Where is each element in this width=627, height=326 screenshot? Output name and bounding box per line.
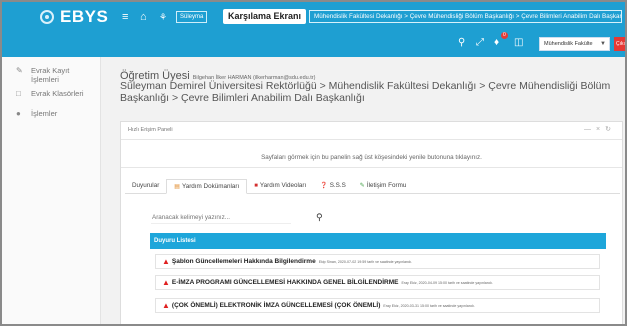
logo-icon <box>40 10 54 24</box>
organization-path: Süleyman Demirel Üniversitesi Rektörlüğü… <box>120 80 611 104</box>
logo-text: EBYS <box>60 7 109 26</box>
panel-tabs: Duyurular ▤ Yardım Dokümanları ■ Yardım … <box>125 179 620 194</box>
sidebar-item-label: İşlemler <box>31 109 58 118</box>
search-row: ⚲ <box>151 211 323 224</box>
breadcrumb: Mühendislik Fakültesi Dekanlığı > Çevre … <box>309 10 622 23</box>
announcement-meta: Eray Ekiz, 2020-03-31 15:00 tarih ve saa… <box>383 303 475 308</box>
unit-select-value: Mühendislik Fakülte <box>544 41 593 47</box>
close-icon[interactable]: × <box>596 126 605 133</box>
bell-icon[interactable]: ♦ <box>494 37 499 48</box>
sidebar-item-islemler[interactable]: ● İşlemler <box>16 109 57 118</box>
announcement-title: E-İMZA PROGRAMI GÜNCELLEMESİ HAKKINDA GE… <box>171 279 399 286</box>
search-icon[interactable]: ⚲ <box>316 212 323 223</box>
tab-label: Yardım Videoları <box>259 182 307 189</box>
tab-sss[interactable]: ❓ S.S.S <box>313 179 353 193</box>
sidebar: ✎ Evrak Kayıt İşlemleri □ Evrak Klasörle… <box>2 57 101 324</box>
warning-icon: ▲ <box>162 301 170 310</box>
user-name-chip[interactable]: Süleyma <box>176 11 208 23</box>
warning-icon: ▲ <box>162 278 170 287</box>
divider <box>121 167 622 168</box>
announcement-title: (ÇOK ÖNEMLİ) ELEKTRONİK İMZA GÜNCELLEMES… <box>171 302 381 309</box>
search-input[interactable] <box>151 211 291 224</box>
window-icon[interactable]: ◫ <box>514 37 523 48</box>
video-icon: ■ <box>254 183 258 189</box>
ebys-logo[interactable]: EBYS <box>40 7 120 26</box>
exit-button[interactable]: Çıkış <box>614 37 627 51</box>
tab-iletisim-formu[interactable]: ✎ İletişim Formu <box>353 179 414 193</box>
sidebar-item-label: Evrak Klasörleri <box>31 89 84 98</box>
home-icon[interactable]: ⌂ <box>140 11 147 23</box>
document-icon: ▤ <box>174 183 180 190</box>
register-icon: ✎ <box>16 66 23 75</box>
tab-label: S.S.S <box>329 182 346 189</box>
announcement-title: Şablon Güncellemeleri Hakkında Bilgilend… <box>171 258 316 265</box>
quick-access-panel: Hızlı Erişim Paneli —×↻ Sayfaları görmek… <box>120 121 623 326</box>
main-content: Öğretim Üyesi Bilgehan İlker HARMAN (ilk… <box>101 57 625 326</box>
chevron-down-icon: ▼ <box>600 41 606 47</box>
user-icon: ● <box>16 109 21 118</box>
minimize-icon[interactable]: — <box>584 126 596 133</box>
question-icon: ❓ <box>320 183 328 189</box>
tab-label: İletişim Formu <box>366 182 407 189</box>
top-navbar: EBYS ≡ ⌂ ⚘ Süleyma Karşılama Ekranı Mühe… <box>2 2 627 57</box>
tab-yardim-dokumanlari[interactable]: ▤ Yardım Dokümanları <box>166 179 248 194</box>
announcement-meta: Eray Ekiz, 2020-04-09 15:00 tarih ve saa… <box>401 280 493 285</box>
announcement-item[interactable]: ▲ Şablon Güncellemeleri Hakkında Bilgile… <box>155 254 600 269</box>
sidebar-item-evrak-klasorleri[interactable]: □ Evrak Klasörleri <box>16 89 84 98</box>
announcement-meta: Ekip Sinan, 2020-07-02 19:59 tarih ve sa… <box>318 259 412 264</box>
home-screen-button[interactable]: Karşılama Ekranı <box>223 9 307 24</box>
menu-icon[interactable]: ≡ <box>122 11 128 23</box>
announcement-list-header: Duyuru Listesi <box>150 233 606 249</box>
search-icon[interactable]: ⚲ <box>458 37 465 48</box>
warning-icon: ▲ <box>162 257 170 266</box>
tab-label: Duyurular <box>132 182 160 189</box>
panel-title: Hızlı Erişim Paneli <box>128 127 173 133</box>
expand-icon[interactable]: ⤢ <box>476 37 484 48</box>
unit-select[interactable]: Mühendislik Fakülte ▼ <box>539 37 610 51</box>
edit-icon: ✎ <box>359 183 365 189</box>
sidebar-item-evrak-kayit[interactable]: ✎ Evrak Kayıt İşlemleri <box>16 66 86 84</box>
tab-duyurular[interactable]: Duyurular <box>125 179 166 193</box>
announcement-item[interactable]: ▲ E-İMZA PROGRAMI GÜNCELLEMESİ HAKKINDA … <box>155 275 600 290</box>
announcement-item[interactable]: ▲ (ÇOK ÖNEMLİ) ELEKTRONİK İMZA GÜNCELLEM… <box>155 298 600 313</box>
tab-label: Yardım Dokümanları <box>181 182 240 190</box>
divider <box>121 139 622 140</box>
folder-icon: □ <box>16 89 21 98</box>
info-message: Sayfaları görmek için bu panelin sağ üst… <box>261 154 482 161</box>
notification-badge: 0 <box>501 32 508 39</box>
panel-tools: —×↻ <box>584 125 616 133</box>
user-icon[interactable]: ⚘ <box>159 11 167 23</box>
sidebar-item-label: Evrak Kayıt İşlemleri <box>31 66 70 84</box>
tab-yardim-videolari[interactable]: ■ Yardım Videoları <box>247 179 313 193</box>
refresh-icon[interactable]: ↻ <box>605 126 616 133</box>
